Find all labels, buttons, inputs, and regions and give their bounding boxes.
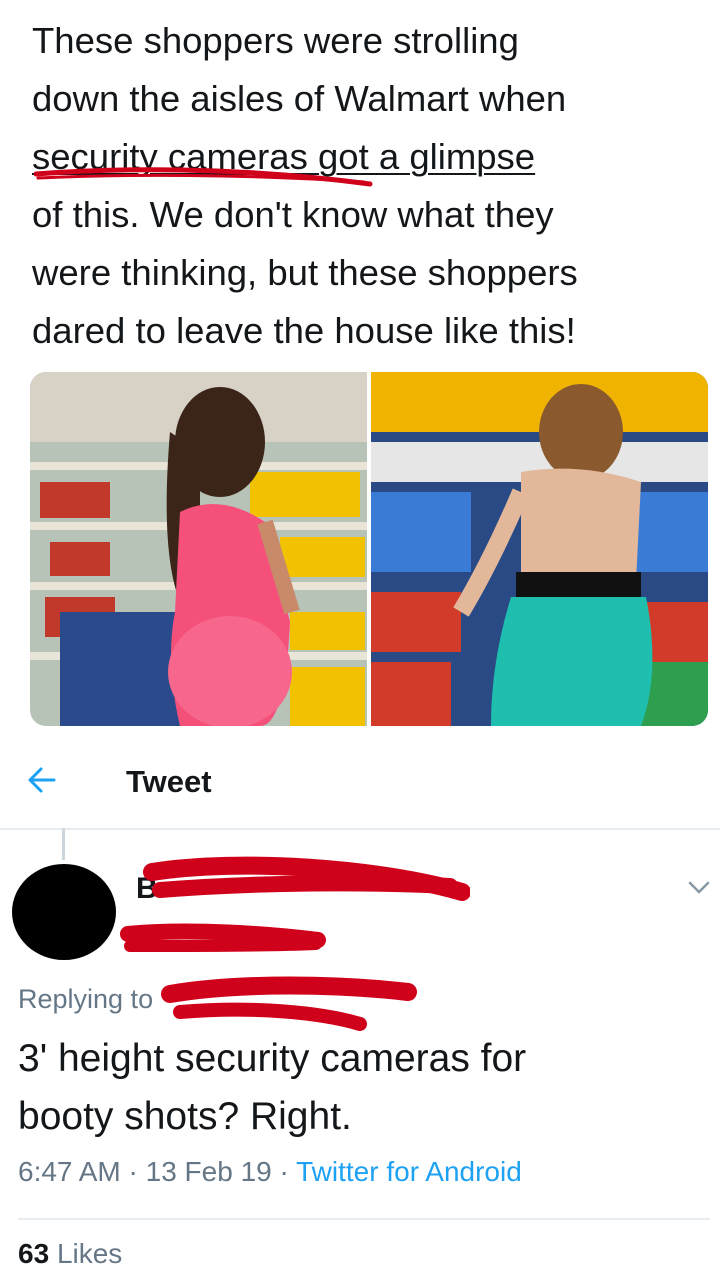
- header-divider: [0, 828, 720, 830]
- replying-to-label: Replying to: [18, 984, 154, 1014]
- back-arrow-icon[interactable]: [22, 760, 62, 800]
- redacted-display-name: B: [136, 856, 470, 905]
- thread-connector-line: [62, 828, 65, 860]
- stats-divider: [18, 1218, 710, 1220]
- tweet-media-grid[interactable]: [30, 372, 708, 726]
- media-photo-left[interactable]: [30, 372, 367, 726]
- chevron-down-icon[interactable]: [684, 878, 714, 898]
- likes-count: 63: [18, 1238, 50, 1269]
- reply-tweet-text: 3' height security cameras for booty sho…: [18, 1030, 708, 1146]
- tweet-source-link[interactable]: Twitter for Android: [296, 1156, 522, 1187]
- page-title: Tweet: [126, 764, 212, 799]
- tweet-metadata: 6:47 AM · 13 Feb 19 · Twitter for Androi…: [18, 1156, 522, 1188]
- meta-separator: ·: [120, 1156, 146, 1187]
- tweet-header-bar: Tweet: [0, 740, 720, 830]
- meta-separator: ·: [271, 1156, 297, 1187]
- quoted-line: These shoppers were strolling: [32, 20, 519, 61]
- quoted-line: of this. We don't know what they: [32, 194, 554, 235]
- redacted-username: [120, 923, 326, 952]
- tweet-date: 13 Feb 19: [145, 1156, 272, 1187]
- avatar[interactable]: [12, 864, 116, 960]
- red-annotation-underline: [34, 167, 373, 187]
- quoted-line: were thinking, but these shoppers: [32, 252, 578, 293]
- reply-line: 3' height security cameras for: [18, 1037, 527, 1080]
- quoted-line: dared to leave the house like this!: [32, 310, 576, 351]
- quoted-line: down the aisles of Walmart when: [32, 78, 567, 119]
- reply-line: booty shots? Right.: [18, 1095, 352, 1138]
- likes-label: Likes: [56, 1238, 123, 1269]
- media-photo-right[interactable]: [371, 372, 708, 726]
- likes-stat[interactable]: 63 Likes: [18, 1238, 122, 1270]
- tweet-time: 6:47 AM: [18, 1156, 121, 1187]
